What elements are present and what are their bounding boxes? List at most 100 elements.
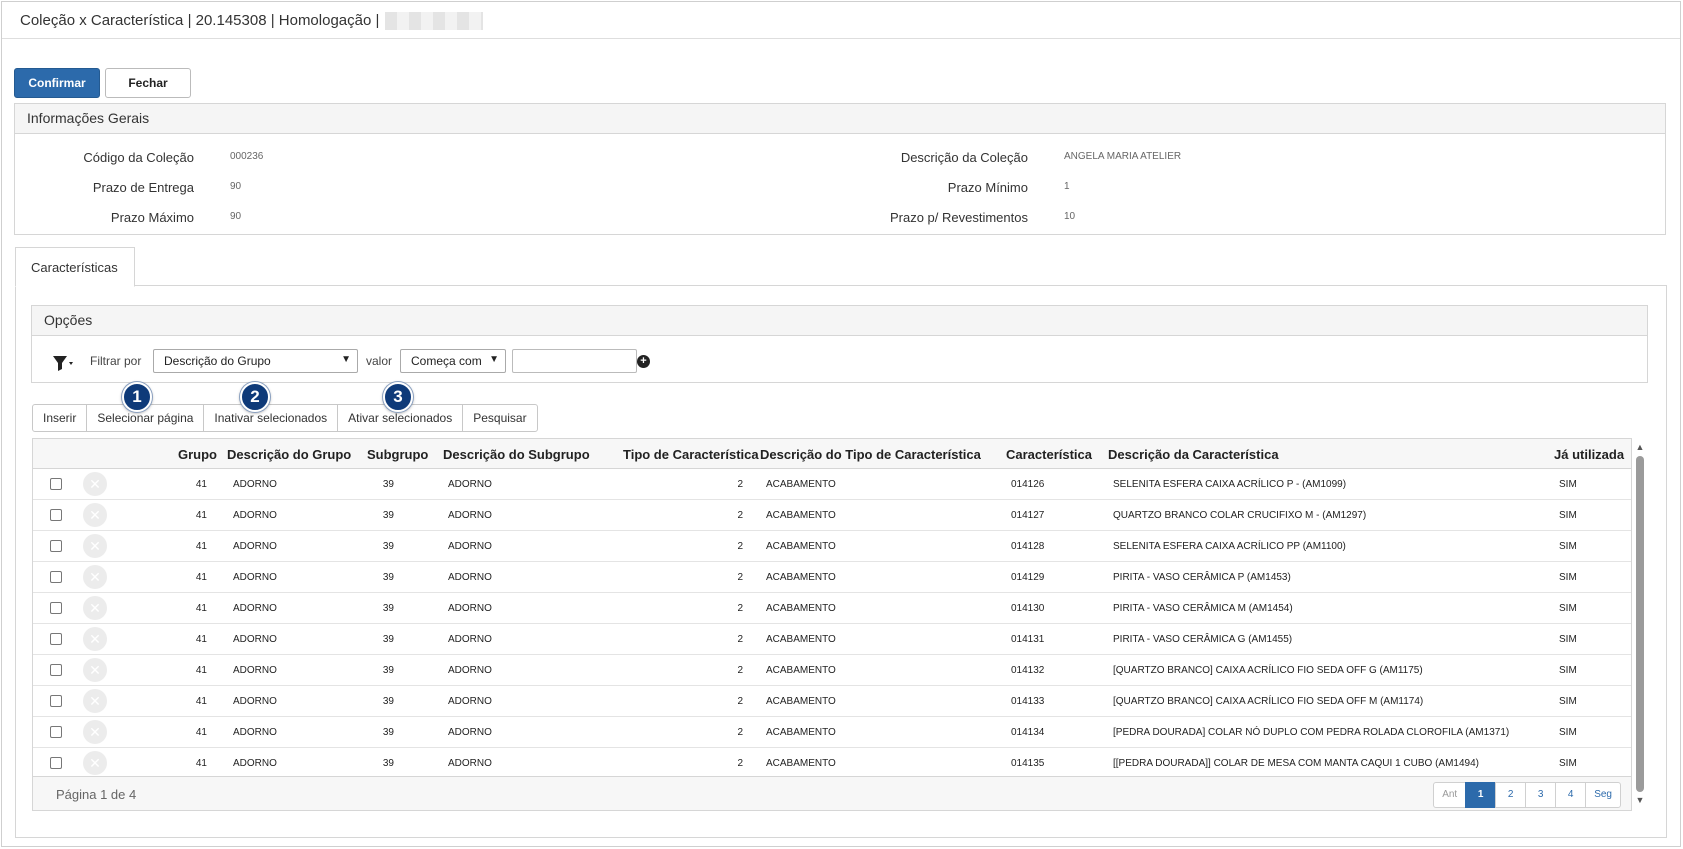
add-filter-icon[interactable]: + <box>637 355 650 368</box>
cell-group-desc: ADORNO <box>233 665 277 676</box>
col-subgroup-desc[interactable]: Descrição do Subgrupo <box>443 447 590 462</box>
table-row[interactable]: ✕ 41 ADORNO 39 ADORNO 2 ACABAMENTO 014128 SELENI… <box>33 531 1631 562</box>
row-deactivate-icon[interactable]: ✕ <box>83 503 107 527</box>
pager-next-button[interactable]: Seg <box>1585 782 1621 808</box>
cell-char-type-desc: ACABAMENTO <box>766 758 836 769</box>
window-title-bar: Coleção x Característica | 20.145308 | H… <box>2 2 1680 39</box>
cell-char-type: 2 <box>737 603 743 614</box>
grid-toolbar: Inserir Selecionar página Inativar selec… <box>32 404 538 432</box>
col-char-type[interactable]: Tipo de Característica <box>623 447 759 462</box>
scroll-thumb[interactable] <box>1636 456 1644 792</box>
cell-group-desc: ADORNO <box>233 510 277 521</box>
cell-char-desc: [PEDRA DOURADA] COLAR NÓ DUPLO COM PEDRA… <box>1113 727 1510 738</box>
scroll-down-icon[interactable]: ▼ <box>1634 795 1646 805</box>
row-deactivate-icon[interactable]: ✕ <box>83 720 107 744</box>
cell-used: SIM <box>1559 758 1577 769</box>
col-subgroup[interactable]: Subgrupo <box>367 447 428 462</box>
cell-used: SIM <box>1559 696 1577 707</box>
filter-operator-select[interactable]: Começa com ▼ <box>400 349 506 373</box>
pager-page-2[interactable]: 2 <box>1495 782 1527 808</box>
col-characteristic[interactable]: Característica <box>1006 447 1092 462</box>
cell-char-type-desc: ACABAMENTO <box>766 696 836 707</box>
cell-char-type: 2 <box>737 696 743 707</box>
cell-char-type-desc: ACABAMENTO <box>766 665 836 676</box>
cell-char-type-desc: ACABAMENTO <box>766 603 836 614</box>
table-row[interactable]: ✕ 41 ADORNO 39 ADORNO 2 ACABAMENTO 014127 QUARTZ… <box>33 500 1631 531</box>
cell-characteristic: 014132 <box>1011 665 1045 676</box>
cell-characteristic: 014131 <box>1011 634 1045 645</box>
max-term-value: 90 <box>230 211 242 222</box>
row-checkbox[interactable] <box>50 540 62 552</box>
row-checkbox[interactable] <box>50 664 62 676</box>
cell-group: 41 <box>195 727 207 738</box>
row-deactivate-icon[interactable]: ✕ <box>83 596 107 620</box>
row-checkbox[interactable] <box>50 571 62 583</box>
cell-subgroup: 39 <box>382 758 394 769</box>
grid-scrollbar[interactable]: ▲ ▼ <box>1634 442 1646 807</box>
col-used[interactable]: Já utilizada <box>1554 447 1624 462</box>
value-label: valor <box>366 354 393 368</box>
row-deactivate-icon[interactable]: ✕ <box>83 472 107 496</box>
filter-icon[interactable] <box>52 354 74 372</box>
pager: Ant 1 2 3 4 Seg <box>1433 782 1621 808</box>
col-char-desc[interactable]: Descrição da Característica <box>1108 447 1279 462</box>
row-deactivate-icon[interactable]: ✕ <box>83 658 107 682</box>
pager-page-4[interactable]: 4 <box>1555 782 1587 808</box>
cell-group: 41 <box>195 510 207 521</box>
cell-characteristic: 014130 <box>1011 603 1045 614</box>
cell-subgroup: 39 <box>382 696 394 707</box>
row-checkbox[interactable] <box>50 695 62 707</box>
cell-group-desc: ADORNO <box>233 696 277 707</box>
pager-page-1[interactable]: 1 <box>1465 782 1497 808</box>
pager-page-3[interactable]: 3 <box>1525 782 1557 808</box>
row-checkbox[interactable] <box>50 633 62 645</box>
table-row[interactable]: ✕ 41 ADORNO 39 ADORNO 2 ACABAMENTO 014130 PIRITA… <box>33 593 1631 624</box>
cell-subgroup-desc: ADORNO <box>448 541 492 552</box>
cell-char-type-desc: ACABAMENTO <box>766 479 836 490</box>
table-row[interactable]: ✕ 41 ADORNO 39 ADORNO 2 ACABAMENTO 014126 SELENI… <box>33 469 1631 500</box>
table-row[interactable]: ✕ 41 ADORNO 39 ADORNO 2 ACABAMENTO 014135 [[PEDR… <box>33 748 1631 779</box>
table-row[interactable]: ✕ 41 ADORNO 39 ADORNO 2 ACABAMENTO 014133 [QUART… <box>33 686 1631 717</box>
callout-badge-1: 1 <box>122 382 152 412</box>
options-title: Opções <box>32 306 1647 336</box>
table-row[interactable]: ✕ 41 ADORNO 39 ADORNO 2 ACABAMENTO 014129 PIRITA… <box>33 562 1631 593</box>
confirm-button[interactable]: Confirmar <box>14 68 100 98</box>
deactivate-selected-button[interactable]: Inativar selecionados <box>203 404 339 432</box>
grid-header: Grupo Descrição do Grupo Subgrupo Descri… <box>33 439 1631 469</box>
cell-used: SIM <box>1559 479 1577 490</box>
cell-characteristic: 014134 <box>1011 727 1045 738</box>
search-button[interactable]: Pesquisar <box>462 404 538 432</box>
cell-char-type: 2 <box>737 510 743 521</box>
row-deactivate-icon[interactable]: ✕ <box>83 689 107 713</box>
table-row[interactable]: ✕ 41 ADORNO 39 ADORNO 2 ACABAMENTO 014132 [QUART… <box>33 655 1631 686</box>
row-deactivate-icon[interactable]: ✕ <box>83 627 107 651</box>
cell-subgroup-desc: ADORNO <box>448 758 492 769</box>
cell-char-type-desc: ACABAMENTO <box>766 510 836 521</box>
general-info-title: Informações Gerais <box>15 104 1665 134</box>
callout-badge-3: 3 <box>383 382 413 412</box>
scroll-up-icon[interactable]: ▲ <box>1634 442 1646 452</box>
row-checkbox[interactable] <box>50 478 62 490</box>
cell-characteristic: 014126 <box>1011 479 1045 490</box>
row-deactivate-icon[interactable]: ✕ <box>83 534 107 558</box>
tab-caracteristicas[interactable]: Características <box>15 247 135 287</box>
filter-field-select[interactable]: Descrição do Grupo ▼ <box>153 349 358 373</box>
pager-prev-button[interactable]: Ant <box>1433 782 1467 808</box>
row-checkbox[interactable] <box>50 757 62 769</box>
col-group[interactable]: Grupo <box>178 447 217 462</box>
filter-value-input[interactable] <box>512 349 637 373</box>
table-row[interactable]: ✕ 41 ADORNO 39 ADORNO 2 ACABAMENTO 014131 PIRITA… <box>33 624 1631 655</box>
row-checkbox[interactable] <box>50 726 62 738</box>
col-char-type-desc[interactable]: Descrição do Tipo de Característica <box>760 447 981 462</box>
cell-char-type: 2 <box>737 572 743 583</box>
close-button[interactable]: Fechar <box>105 68 191 98</box>
cell-char-type: 2 <box>737 727 743 738</box>
cell-characteristic: 014133 <box>1011 696 1045 707</box>
row-deactivate-icon[interactable]: ✕ <box>83 565 107 589</box>
row-checkbox[interactable] <box>50 509 62 521</box>
table-row[interactable]: ✕ 41 ADORNO 39 ADORNO 2 ACABAMENTO 014134 [PEDRA… <box>33 717 1631 748</box>
col-group-desc[interactable]: Descrição do Grupo <box>227 447 351 462</box>
row-deactivate-icon[interactable]: ✕ <box>83 751 107 775</box>
insert-button[interactable]: Inserir <box>32 404 88 432</box>
row-checkbox[interactable] <box>50 602 62 614</box>
